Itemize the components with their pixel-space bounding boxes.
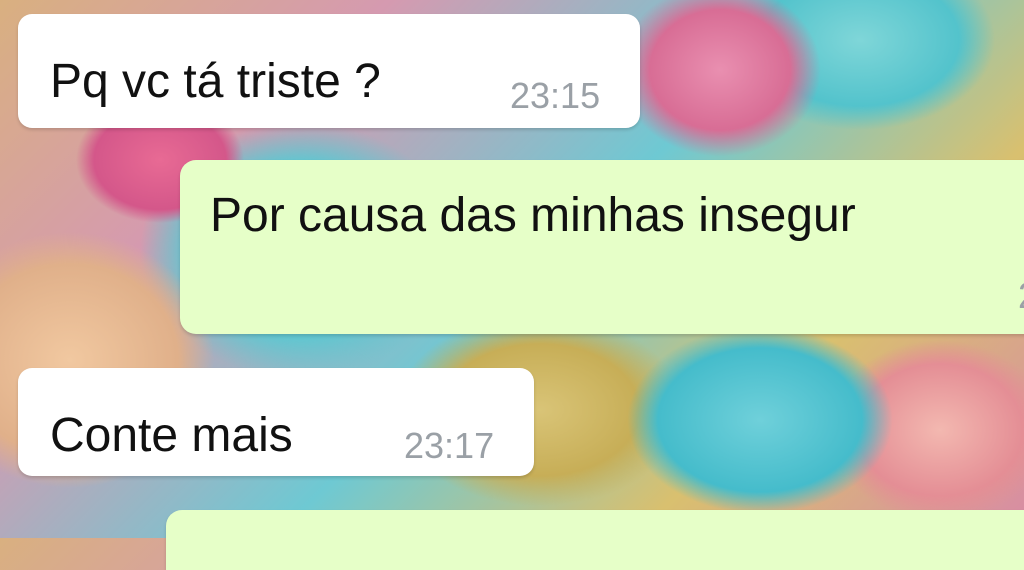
- message-text: Pq vc tá triste ?: [50, 55, 381, 108]
- message-timestamp: 23:15: [510, 75, 601, 116]
- message-bubble-incoming[interactable]: Conte mais 23:17: [18, 368, 534, 476]
- message-bubble-outgoing[interactable]: [166, 510, 1024, 570]
- message-text: Por causa das minhas insegur: [210, 189, 856, 242]
- message-timestamp: 2: [1018, 278, 1024, 314]
- message-bubble-outgoing[interactable]: Por causa das minhas insegur 2: [180, 160, 1024, 334]
- message-timestamp: 23:17: [404, 425, 495, 466]
- message-text: Conte mais: [50, 409, 293, 462]
- message-bubble-incoming[interactable]: Pq vc tá triste ? 23:15: [18, 14, 640, 128]
